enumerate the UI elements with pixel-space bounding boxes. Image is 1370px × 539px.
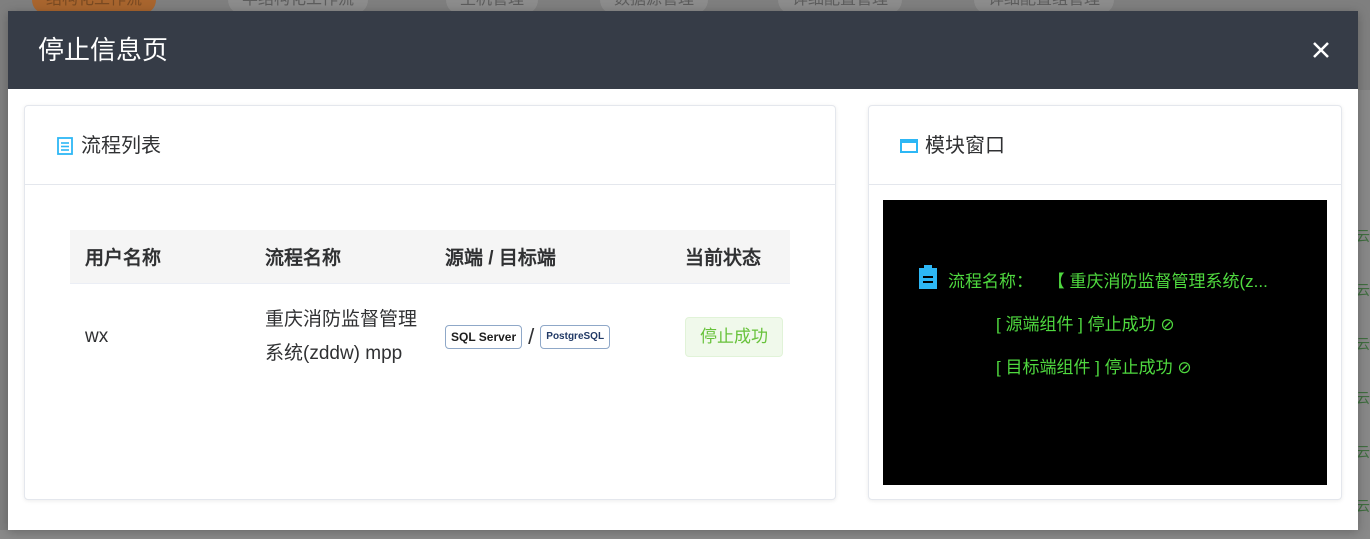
dialog-header: 停止信息页 bbox=[8, 11, 1358, 89]
background-footer bbox=[0, 530, 1370, 539]
window-icon bbox=[900, 139, 918, 153]
source-target-separator: / bbox=[528, 324, 535, 349]
console-target-status: [ 目标端组件 ] 停止成功 ⊘ bbox=[996, 358, 1192, 377]
document-icon bbox=[57, 137, 73, 155]
column-user-name: 用户名称 bbox=[70, 230, 250, 284]
background-cell: 云 bbox=[1356, 390, 1370, 406]
console-process-value: 【 重庆消防监督管理系统(z... bbox=[1047, 272, 1268, 291]
background-table-edge: 云 云 云 云 云 云 bbox=[1356, 90, 1370, 539]
background-cell: 云 bbox=[1356, 228, 1370, 244]
process-table: 用户名称 流程名称 源端 / 目标端 当前状态 wx 重庆消防监督管理系统(zd… bbox=[70, 230, 790, 390]
cell-source-target: SQL Server / PostgreSQL bbox=[430, 284, 670, 391]
console-output: 流程名称： 【 重庆消防监督管理系统(z... [ 源端组件 ] 停止成功 ⊘ … bbox=[883, 200, 1327, 485]
console-source-status: [ 源端组件 ] 停止成功 ⊘ bbox=[996, 315, 1175, 334]
process-list-header: 流程列表 bbox=[25, 106, 835, 185]
db-logos: SQL Server / PostgreSQL bbox=[445, 320, 670, 354]
column-status: 当前状态 bbox=[670, 230, 790, 284]
console-process-name: 流程名称： 【 重庆消防监督管理系统(z... bbox=[948, 270, 1268, 294]
module-window-panel: 模块窗口 流程名称： 【 重庆消防监督管理系统(z... [ 源端组件 ] 停止… bbox=[868, 105, 1342, 500]
column-source-target: 源端 / 目标端 bbox=[430, 230, 670, 284]
sqlserver-logo-icon: SQL Server bbox=[445, 325, 523, 349]
dialog-title: 停止信息页 bbox=[38, 35, 169, 65]
cell-process-name: 重庆消防监督管理系统(zddw) mpp bbox=[265, 309, 418, 364]
background-cell: 云 bbox=[1356, 282, 1370, 298]
column-process-name: 流程名称 bbox=[250, 230, 430, 284]
background-cell: 云 bbox=[1356, 336, 1370, 352]
background-cell: 云 bbox=[1356, 498, 1370, 514]
table-row: wx 重庆消防监督管理系统(zddw) mpp SQL Server / Pos… bbox=[70, 284, 790, 391]
close-button[interactable] bbox=[1306, 35, 1336, 65]
cell-user-name: wx bbox=[85, 326, 109, 347]
process-list-panel: 流程列表 用户名称 流程名称 源端 / 目标端 当前状态 wx 重庆消防监督管理… bbox=[24, 105, 836, 500]
postgresql-logo-icon: PostgreSQL bbox=[540, 325, 611, 349]
module-window-title: 模块窗口 bbox=[925, 135, 1005, 157]
stop-info-dialog: 停止信息页 流程列表 用户名称 流程名称 源端 / 目标端 当前状态 wx 重庆… bbox=[8, 11, 1358, 530]
module-window-header: 模块窗口 bbox=[869, 106, 1341, 185]
process-list-title: 流程列表 bbox=[81, 135, 161, 157]
background-cell: 云 bbox=[1356, 444, 1370, 460]
status-badge: 停止成功 bbox=[685, 317, 783, 357]
clipboard-icon bbox=[919, 265, 937, 289]
table-header-row: 用户名称 流程名称 源端 / 目标端 当前状态 bbox=[70, 230, 790, 284]
console-process-label: 流程名称： bbox=[948, 272, 1033, 291]
cell-status: 停止成功 bbox=[670, 284, 790, 391]
close-icon bbox=[1313, 42, 1329, 58]
